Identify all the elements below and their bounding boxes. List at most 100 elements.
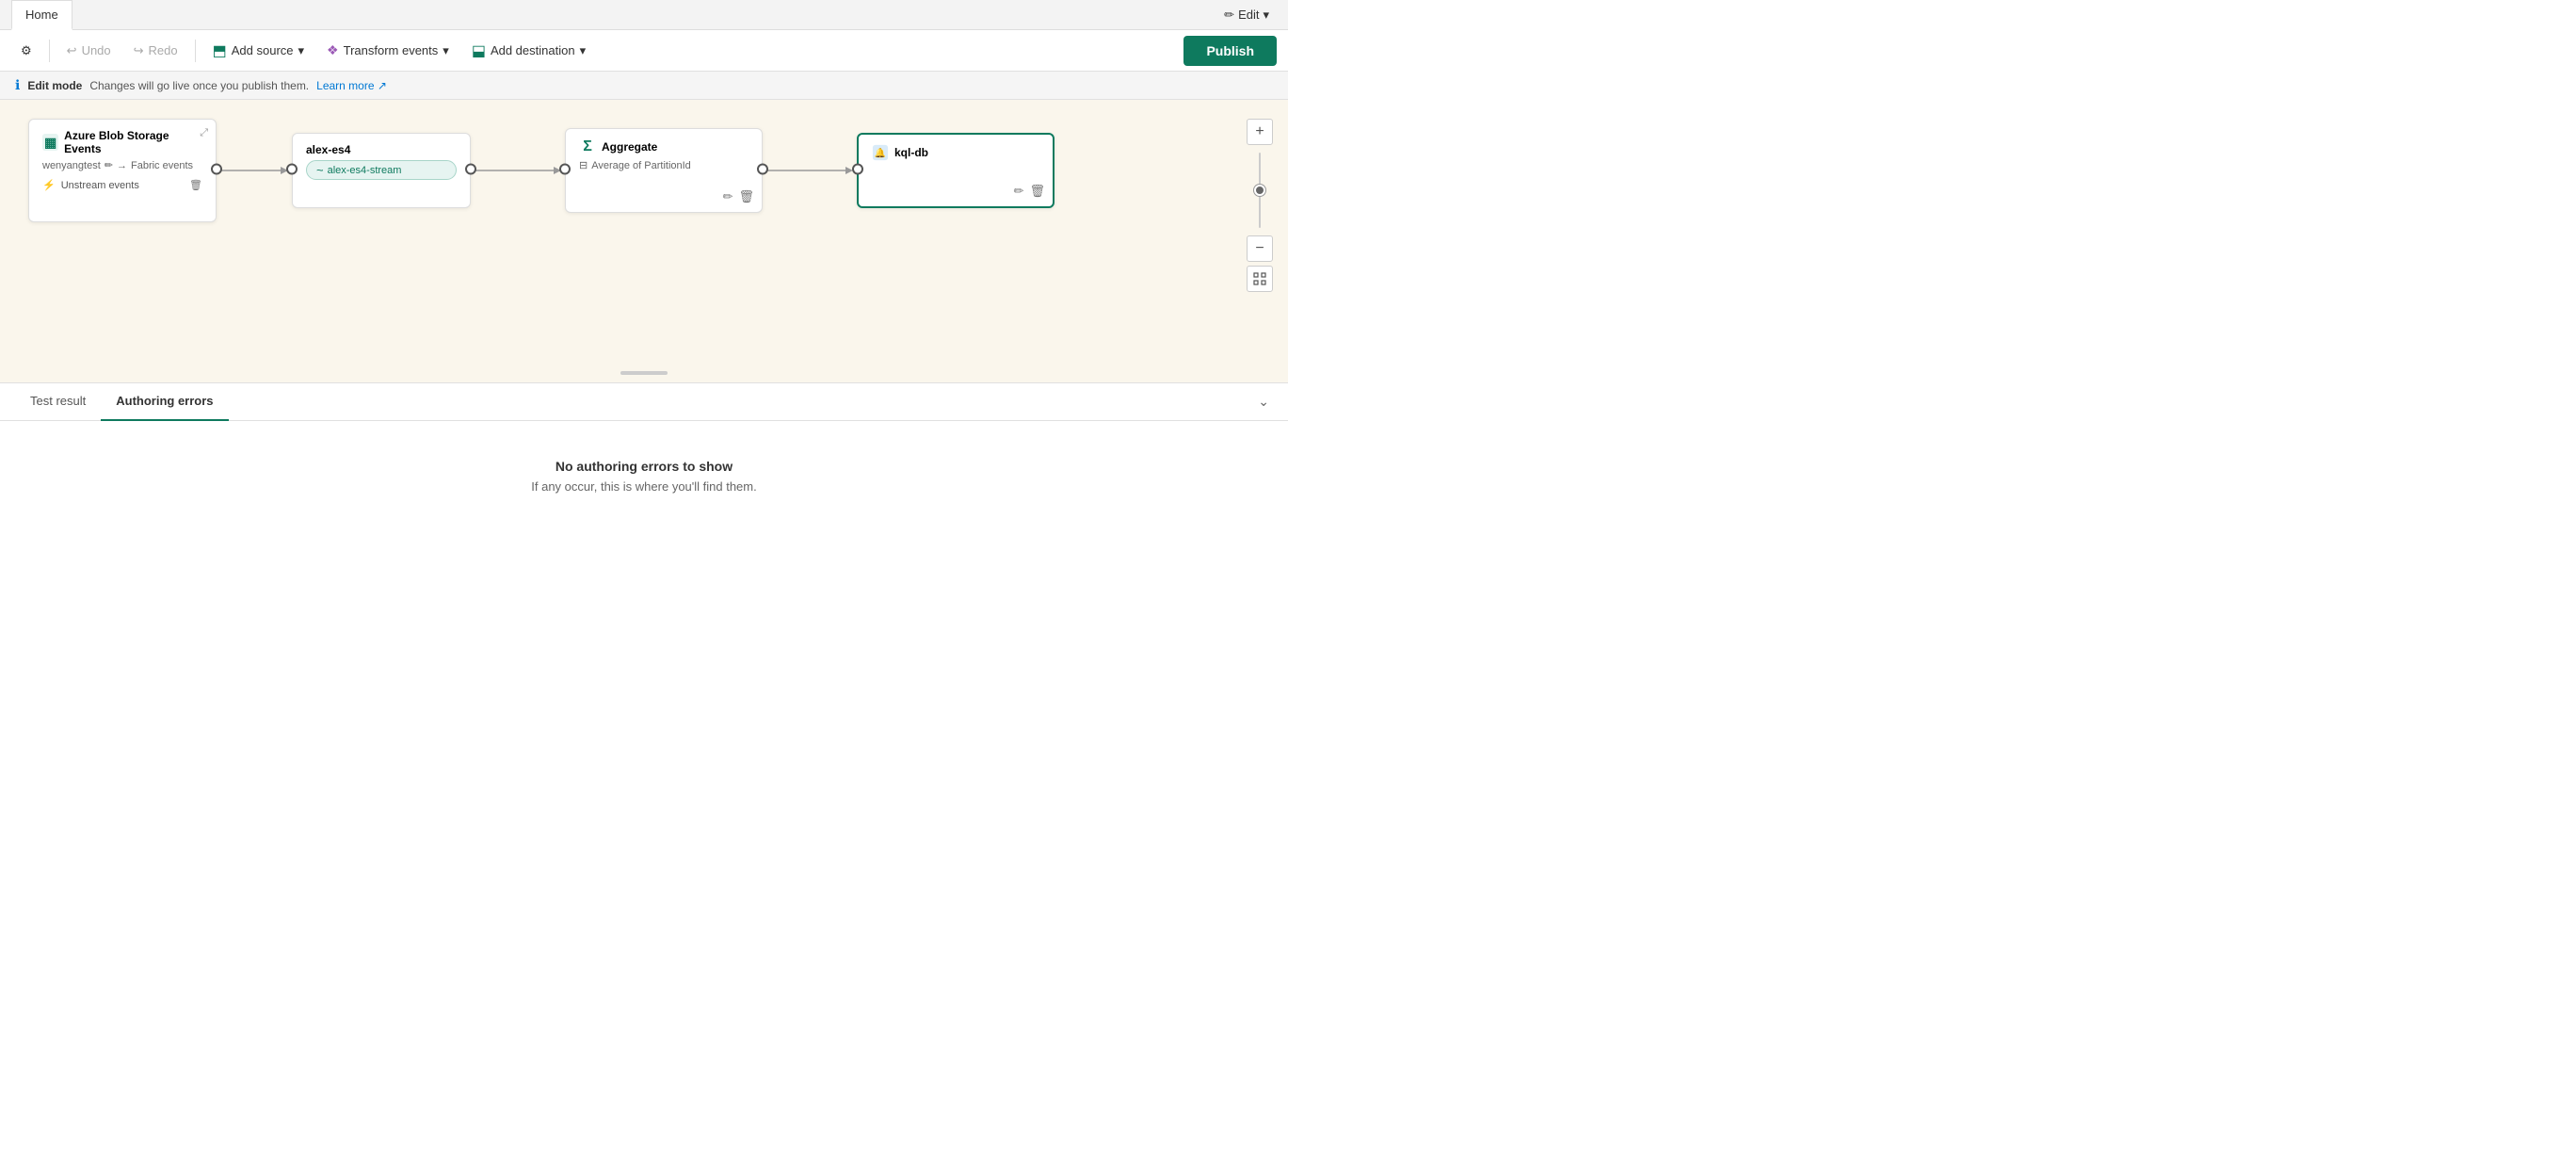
stream-pill[interactable]: ~ alex-es4-stream: [306, 160, 457, 180]
source-edit-icon: ✏: [105, 159, 113, 171]
stream-left-connector: [286, 164, 298, 178]
tab-authoring-errors[interactable]: Authoring errors: [101, 383, 228, 421]
toolbar: ⚙ ↩ Undo ↪ Redo ⬒ Add source ▾ ❖ Transfo…: [0, 30, 1288, 72]
zoom-slider-track[interactable]: [1259, 153, 1261, 228]
transform-table-icon: ⊟: [579, 159, 588, 171]
edit-button[interactable]: ✏ Edit ▾: [1216, 4, 1277, 26]
publish-button[interactable]: Publish: [1183, 36, 1277, 66]
edit-chevron-icon: ▾: [1263, 8, 1269, 23]
transform-left-connector: [559, 164, 571, 178]
edit-icon: ✏: [1224, 8, 1234, 23]
stream-pill-icon: ~: [316, 163, 324, 177]
tab-authoring-errors-label: Authoring errors: [116, 394, 213, 408]
source-expand-icon[interactable]: ⤢: [200, 127, 208, 139]
toolbar-separator-1: [49, 40, 50, 62]
transform-node-actions: ✏ 🗑: [723, 189, 754, 204]
source-user: wenyangtest: [42, 160, 101, 171]
publish-label: Publish: [1206, 43, 1254, 58]
stream-node[interactable]: alex-es4 ~ alex-es4-stream: [292, 133, 471, 208]
transform-node[interactable]: Σ Aggregate ⊟ Average of PartitionId ✏ 🗑: [565, 128, 763, 213]
add-destination-chevron-icon: ▾: [580, 43, 587, 58]
pipeline-area: ⤢ ▦ Azure Blob Storage Events wenyangtes…: [28, 119, 1055, 222]
destination-delete-icon[interactable]: 🗑: [1029, 184, 1045, 199]
add-source-label: Add source: [232, 43, 294, 57]
transform-label: Transform events: [344, 43, 439, 57]
transform-delete-icon[interactable]: 🗑: [738, 189, 754, 204]
source-node-title: Azure Blob Storage Events: [64, 129, 202, 155]
transform-chevron-icon: ▾: [443, 43, 449, 58]
transform-node-sub: ⊟ Average of PartitionId: [579, 159, 749, 171]
edit-label: Edit: [1238, 8, 1259, 22]
source-node-header: ▦ Azure Blob Storage Events: [42, 129, 202, 155]
zoom-controls: + −: [1247, 119, 1273, 292]
source-dest: Fabric events: [131, 160, 193, 171]
destination-node-actions: ✏ 🗑: [1014, 184, 1045, 199]
zoom-fit-button[interactable]: [1247, 266, 1273, 292]
transform-right-connector: [757, 164, 768, 178]
unstream-label[interactable]: Unstream events: [61, 180, 139, 191]
arrow-2: [471, 161, 565, 180]
bottom-panel: Test result Authoring errors ⌄ No author…: [0, 382, 1288, 531]
source-node[interactable]: ⤢ ▦ Azure Blob Storage Events wenyangtes…: [28, 119, 217, 222]
arrow-1: [217, 161, 292, 180]
scroll-indicator: [620, 371, 668, 375]
zoom-out-button[interactable]: −: [1247, 235, 1273, 262]
tab-test-result-label: Test result: [30, 394, 86, 408]
destination-left-connector: [852, 164, 863, 178]
svg-text:🔔: 🔔: [875, 148, 886, 159]
chevron-down-icon: ⌄: [1258, 394, 1269, 409]
redo-icon: ↪: [134, 43, 144, 58]
canvas[interactable]: ⤢ ▦ Azure Blob Storage Events wenyangtes…: [0, 100, 1288, 382]
add-source-button[interactable]: ⬒ Add source ▾: [203, 37, 314, 65]
tab-home-label: Home: [25, 8, 58, 22]
external-link-icon: ↗: [378, 79, 387, 92]
undo-icon: ↩: [67, 43, 77, 58]
toolbar-separator-2: [195, 40, 196, 62]
kql-db-icon: 🔔: [872, 144, 889, 161]
source-arrow: →: [117, 160, 127, 171]
bottom-panel-chevron[interactable]: ⌄: [1254, 390, 1273, 413]
transform-events-button[interactable]: ❖ Transform events ▾: [317, 38, 459, 63]
info-icon: ℹ: [15, 77, 20, 93]
transform-node-title: Aggregate: [602, 140, 657, 154]
arrow-3: [763, 161, 857, 180]
stream-node-header: alex-es4: [306, 143, 457, 156]
add-source-chevron-icon: ▾: [298, 43, 305, 58]
destination-node[interactable]: 🔔 kql-db ✏ 🗑: [857, 133, 1055, 208]
stream-node-title: alex-es4: [306, 143, 350, 156]
learn-more-link[interactable]: Learn more ↗: [316, 79, 387, 92]
tab-home[interactable]: Home: [11, 0, 72, 30]
source-node-actions: ⚡ Unstream events 🗑: [42, 179, 202, 191]
edit-mode-banner: ℹ Edit mode Changes will go live once yo…: [0, 72, 1288, 100]
add-destination-button[interactable]: ⬓ Add destination ▾: [462, 37, 595, 65]
transform-node-header: Σ Aggregate: [579, 138, 749, 155]
no-errors-title: No authoring errors to show: [555, 459, 733, 474]
edit-mode-label: Edit mode: [27, 79, 82, 92]
source-delete-icon[interactable]: 🗑: [189, 179, 202, 191]
redo-button[interactable]: ↪ Redo: [124, 39, 187, 63]
sigma-icon: Σ: [579, 138, 596, 155]
undo-button[interactable]: ↩ Undo: [57, 39, 121, 63]
add-source-icon: ⬒: [213, 41, 227, 60]
bottom-tabs: Test result Authoring errors ⌄: [0, 383, 1288, 421]
settings-button[interactable]: ⚙: [11, 39, 41, 63]
azure-blob-icon: ▦: [42, 134, 58, 151]
no-errors-sub: If any occur, this is where you'll find …: [531, 479, 756, 494]
transform-edit-icon[interactable]: ✏: [723, 189, 733, 204]
undo-label: Undo: [82, 43, 111, 57]
add-destination-label: Add destination: [491, 43, 575, 57]
zoom-in-button[interactable]: +: [1247, 119, 1273, 145]
transform-sub-label: Average of PartitionId: [591, 160, 691, 171]
learn-more-label: Learn more: [316, 79, 374, 92]
redo-label: Redo: [149, 43, 178, 57]
transform-icon: ❖: [327, 42, 339, 58]
source-right-connector: [211, 164, 222, 178]
destination-edit-icon[interactable]: ✏: [1014, 184, 1024, 199]
edit-banner-message: Changes will go live once you publish th…: [89, 79, 309, 92]
zoom-slider-thumb[interactable]: [1254, 185, 1265, 196]
source-node-sub: wenyangtest ✏ → Fabric events: [42, 159, 202, 171]
tab-bar: Home ✏ Edit ▾: [0, 0, 1288, 30]
tab-test-result[interactable]: Test result: [15, 383, 101, 421]
unstream-icon: ⚡: [42, 179, 56, 191]
destination-node-title: kql-db: [894, 146, 928, 159]
